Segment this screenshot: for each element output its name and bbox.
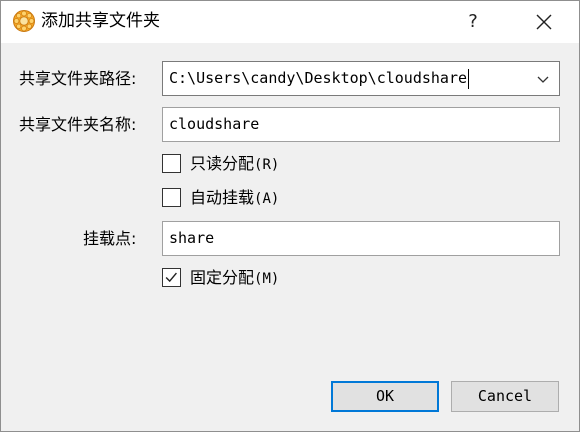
folder-name-label: 共享文件夹名称:: [19, 115, 137, 134]
folder-name-value: cloudshare: [169, 115, 260, 133]
ok-button[interactable]: OK: [331, 381, 439, 412]
folder-path-label: 共享文件夹路径:: [19, 69, 137, 88]
readonly-label: 只读分配: [190, 154, 255, 173]
virtualbox-gear-icon: [13, 10, 35, 32]
permanent-label: 固定分配: [190, 268, 255, 287]
permanent-checkbox[interactable]: [162, 268, 181, 287]
chevron-down-icon[interactable]: [535, 71, 551, 87]
automount-checkbox[interactable]: [162, 188, 181, 207]
add-shared-folder-dialog: 添加共享文件夹 ? 共享文件夹路径: C:\Users\candy\Deskto…: [0, 0, 580, 432]
readonly-checkbox[interactable]: [162, 154, 181, 173]
help-button[interactable]: ?: [453, 1, 493, 43]
folder-path-combobox[interactable]: C:\Users\candy\Desktop\cloudshare: [162, 61, 560, 96]
window-title: 添加共享文件夹: [41, 11, 160, 31]
mountpoint-input[interactable]: share: [162, 221, 560, 256]
folder-path-value: C:\Users\candy\Desktop\cloudshare: [169, 69, 468, 87]
readonly-shortcut: (R): [254, 157, 280, 173]
checkmark-icon: [165, 272, 177, 283]
folder-name-input[interactable]: cloudshare: [162, 107, 560, 142]
close-icon[interactable]: [521, 1, 567, 43]
mountpoint-label: 挂载点:: [83, 229, 137, 248]
automount-label: 自动挂载: [190, 188, 255, 207]
mountpoint-value: share: [169, 229, 215, 247]
automount-shortcut: (A): [254, 191, 280, 207]
cancel-button[interactable]: Cancel: [451, 381, 559, 412]
permanent-shortcut: (M): [254, 271, 280, 287]
title-bar: 添加共享文件夹 ?: [1, 1, 579, 43]
text-caret: [468, 68, 470, 89]
